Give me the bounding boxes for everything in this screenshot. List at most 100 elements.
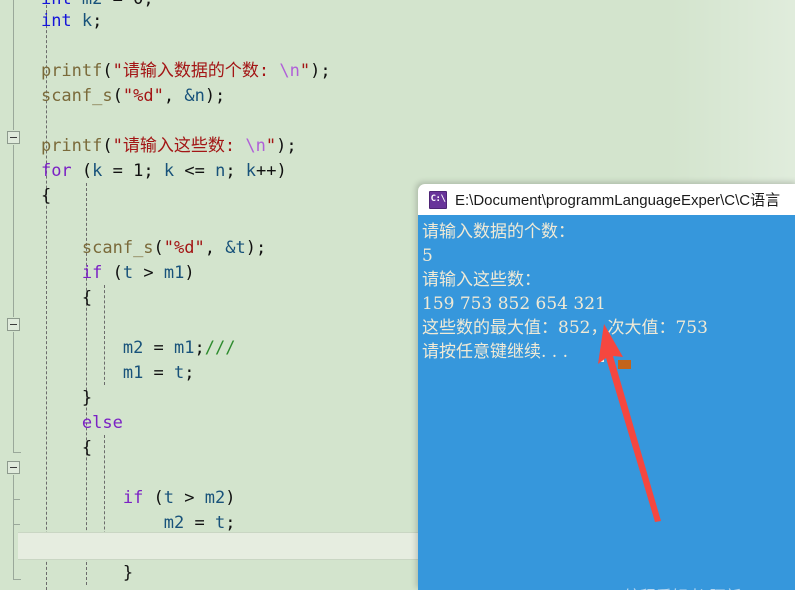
code-token: k (71, 11, 93, 31)
code-token: } (0, 563, 134, 583)
console-app-icon: C:\ (429, 190, 447, 209)
code-token: t (122, 263, 144, 283)
code-token: ; (225, 513, 236, 533)
console-output-line: 5 (422, 246, 433, 266)
code-token: { (0, 186, 52, 206)
code-token: " (194, 238, 205, 258)
code-token: " (163, 238, 175, 258)
code-token: ; (143, 0, 153, 9)
console-cursor-block (618, 360, 631, 369)
code-line[interactable]: if (t > m2) (0, 485, 236, 511)
code-token: ( (143, 488, 164, 508)
code-line[interactable]: } (0, 560, 133, 586)
code-token: &t (225, 238, 246, 258)
code-token: ); (204, 86, 226, 106)
console-output-lines: 请输入数据的个数： 5 请输入这些数： 159 753 852 654 321 这些数的… (420, 220, 795, 364)
code-token: t (174, 363, 185, 383)
code-token: ); (310, 61, 331, 81)
code-token: t (214, 513, 226, 533)
code-line[interactable]: } (0, 585, 92, 590)
code-token: " (153, 86, 164, 106)
code-token: ( (102, 61, 113, 81)
code-token: n (215, 161, 226, 181)
code-token: %d (133, 86, 154, 106)
fold-collapse-box[interactable] (7, 318, 20, 331)
code-token: = (112, 161, 134, 181)
code-token: k (92, 161, 113, 181)
code-token: = (113, 0, 133, 9)
console-output-line: 请输入数据的个数： (422, 222, 575, 242)
code-token: %d (174, 238, 195, 258)
code-token: ; (143, 161, 164, 181)
code-token: ( (102, 263, 123, 283)
console-window[interactable]: C:\ E:\Document\programmLanguageExper\C\… (418, 184, 795, 590)
code-token: m1 (174, 338, 195, 358)
console-output-line: 请输入这些数： (422, 270, 541, 290)
code-line[interactable]: { (0, 183, 51, 209)
code-line[interactable]: if (t > m1) (0, 260, 195, 286)
code-token: m1 (163, 263, 185, 283)
console-output-line: 请按任意键继续. . . (422, 342, 569, 362)
code-line[interactable]: m2 = m1;/// (0, 335, 236, 361)
current-line-highlight (18, 532, 420, 560)
code-line[interactable]: printf("请输入数据的个数: \n"); (0, 58, 331, 84)
code-token: ) (184, 263, 195, 283)
code-token: printf (40, 61, 103, 81)
code-line[interactable]: m1 = t; (0, 360, 195, 386)
code-line[interactable]: printf("请输入这些数: \n"); (0, 133, 297, 159)
screenshot-root: int m2 = 0; int k; printf("请输入数据的个数: \n"… (0, 0, 795, 590)
code-token: ++) (256, 161, 287, 181)
code-token: > (143, 263, 164, 283)
code-token: <= (184, 161, 216, 181)
console-output-line: 159 753 852 654 321 (422, 294, 606, 314)
fold-collapse-box[interactable] (7, 461, 20, 474)
code-token: printf (40, 136, 103, 156)
code-token: \n (279, 61, 300, 81)
code-token: k (245, 161, 257, 181)
code-token: for (40, 161, 72, 181)
code-token: ; (194, 338, 205, 358)
code-line[interactable]: else (0, 410, 123, 436)
code-token: ; (184, 363, 195, 383)
code-token: m2 (122, 338, 154, 358)
code-line[interactable]: } (0, 385, 92, 411)
code-token: &n (184, 86, 205, 106)
code-token: scanf_s (40, 86, 113, 106)
code-line[interactable]: { (0, 285, 92, 311)
console-titlebar[interactable]: C:\ E:\Document\programmLanguageExper\C\… (418, 184, 795, 215)
code-token: > (184, 488, 205, 508)
code-token: ; (92, 11, 103, 31)
code-token: ( (71, 161, 93, 181)
code-token: "请输入数据的个数: (112, 61, 280, 81)
code-token: ; (225, 161, 246, 181)
code-token: ); (245, 238, 267, 258)
code-line[interactable]: { (0, 435, 92, 461)
code-token: 0 (133, 0, 143, 9)
console-stray-pixel (600, 358, 604, 362)
code-token: 1 (133, 161, 144, 181)
code-line[interactable]: scanf_s("%d", &n); (0, 83, 225, 109)
code-token: { (0, 438, 93, 458)
code-line[interactable]: for (k = 1; k <= n; k++) (0, 158, 287, 184)
code-line[interactable]: m2 = t; (0, 510, 236, 536)
code-token: , (163, 86, 185, 106)
code-token: k (163, 161, 185, 181)
code-token: = (153, 338, 175, 358)
code-token: , (204, 238, 226, 258)
code-token: int (40, 11, 72, 31)
code-token: = (153, 363, 175, 383)
code-token: if (122, 488, 144, 508)
code-token: "请输入这些数: (112, 136, 246, 156)
code-line[interactable]: int k; (0, 8, 102, 34)
console-output-area[interactable]: 请输入数据的个数： 5 请输入这些数： 159 753 852 654 321 这些数的… (418, 215, 795, 590)
console-app-icon-label: C:\ (430, 194, 446, 204)
code-token: ( (112, 86, 123, 106)
code-line[interactable]: scanf_s("%d", &t); (0, 235, 266, 261)
